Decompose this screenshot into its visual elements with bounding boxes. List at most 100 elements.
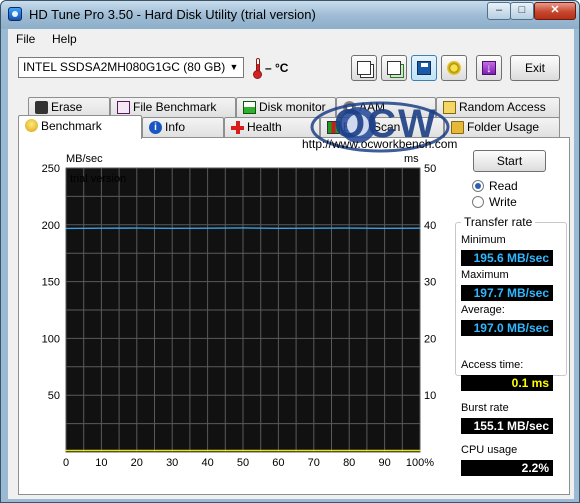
tab-label: File Benchmark — [133, 100, 217, 114]
copy-icon — [357, 61, 371, 75]
y2-tick-label: 30 — [424, 277, 436, 289]
y2-tick-label: 20 — [424, 333, 436, 345]
access-time-point — [171, 449, 173, 452]
tab-label: Health — [247, 120, 282, 134]
benchmark-chart: MB/sec ms2502001501005050403020100 10 20 30 4… — [42, 153, 437, 469]
x-tick-label: 50 — [237, 457, 249, 469]
x-tick-label: 10 — [95, 457, 107, 469]
y2-tick-label: 40 — [424, 220, 436, 232]
access-time-point — [242, 449, 244, 452]
x-tick-label: 90 — [378, 457, 390, 469]
radio-dot-read[interactable] — [472, 180, 484, 192]
trash-icon — [35, 101, 48, 114]
tab-label: Info — [165, 120, 186, 134]
tab-label: Random Access — [459, 100, 546, 114]
lightbulb-icon — [25, 119, 38, 132]
info-icon: i — [149, 121, 162, 134]
copy-all-button[interactable] — [381, 55, 407, 81]
transfer-rate-point — [171, 227, 173, 229]
maximize-button[interactable]: □ — [510, 2, 534, 20]
x-tick-label: 30 — [166, 457, 178, 469]
access-time-point — [419, 449, 421, 452]
bar-chart-icon — [243, 101, 256, 114]
save-screenshot-button[interactable] — [411, 55, 437, 81]
tab-benchmark[interactable]: Benchmark — [18, 115, 142, 139]
transfer-rate-point — [136, 227, 138, 229]
copy-all-icon — [387, 61, 401, 75]
transfer-rate-point — [384, 227, 386, 229]
y-tick-label: 50 — [48, 390, 60, 402]
chevron-down-icon[interactable]: ▼ — [227, 58, 241, 77]
write-label: Write — [489, 195, 517, 209]
minimize-to-tray-button[interactable]: ↓ — [476, 55, 502, 81]
tab-folder-usage[interactable]: Folder Usage — [444, 117, 560, 138]
temperature-readout: – °C — [265, 61, 289, 75]
access-time-point — [384, 449, 386, 452]
trial-version-annotation: trial version — [70, 173, 126, 185]
access-time-point — [313, 449, 315, 452]
transfer-rate-point — [348, 227, 350, 229]
benchmark-panel: MB/sec ms 250 200 150 100 50 50 40 30 20 10 0 10 20 30 4… — [18, 137, 570, 495]
access-time-point — [100, 449, 102, 452]
read-label: Read — [489, 179, 518, 193]
drive-select[interactable]: INTEL SSDSA2MH080G1GC (80 GB) ▼ — [18, 57, 244, 78]
access-time-point — [348, 449, 350, 452]
read-radio[interactable]: Read — [472, 179, 562, 195]
radio-dot-write[interactable] — [472, 196, 484, 208]
tab-label: Erase — [51, 100, 83, 114]
minimize-button[interactable]: – — [487, 2, 511, 20]
close-button[interactable]: ✕ — [534, 2, 576, 20]
average-value: 197.0 MB/sec — [461, 320, 553, 336]
access-time-point — [277, 449, 279, 452]
y-tick-label: 150 — [42, 277, 60, 289]
watermark-url: http://www.ocworkbench.com — [302, 137, 458, 151]
options-button[interactable] — [441, 55, 467, 81]
app-icon — [8, 7, 22, 21]
x-tick-label: 0 — [63, 457, 69, 469]
x-tick-label: 40 — [201, 457, 213, 469]
y2-tick-label: 10 — [424, 390, 436, 402]
y-axis-title: MB/sec — [66, 153, 103, 165]
menu-file[interactable]: File — [16, 32, 35, 46]
tab-health[interactable]: Health — [224, 117, 320, 138]
transfer-rate-point — [313, 227, 315, 229]
transfer-rate-title: Transfer rate — [461, 215, 536, 229]
access-time-value: 0.1 ms — [461, 375, 553, 391]
tab-info[interactable]: i Info — [142, 117, 224, 138]
access-time-point — [136, 449, 138, 452]
drive-select-value: INTEL SSDSA2MH080G1GC (80 GB) — [23, 60, 226, 74]
x-tick-label: 100% — [406, 457, 434, 469]
tab-label: Folder Usage — [467, 120, 540, 134]
start-button[interactable]: Start — [473, 150, 546, 172]
menu-help[interactable]: Help — [52, 32, 77, 46]
write-radio[interactable]: Write — [472, 195, 562, 211]
red-cross-icon — [231, 121, 244, 134]
title-bar[interactable]: HD Tune Pro 3.50 - Hard Disk Utility (tr… — [1, 1, 579, 28]
access-time-label: Access time: — [461, 359, 524, 371]
arrow-down-icon: ↓ — [482, 61, 496, 75]
burst-rate-value: 155.1 MB/sec — [461, 418, 553, 434]
transfer-rate-point — [419, 227, 421, 229]
exit-button[interactable]: Exit — [510, 55, 560, 81]
cpu-usage-label: CPU usage — [461, 444, 518, 456]
transfer-rate-point — [277, 227, 279, 229]
average-label: Average: — [461, 304, 505, 316]
maximum-label: Maximum — [461, 269, 509, 281]
x-tick-label: 80 — [343, 457, 355, 469]
x-tick-label: 70 — [308, 457, 320, 469]
transfer-rate-point — [242, 227, 244, 229]
x-tick-label: 60 — [272, 457, 284, 469]
app-window: HD Tune Pro 3.50 - Hard Disk Utility (tr… — [0, 0, 580, 503]
access-time-point — [207, 449, 209, 452]
y-tick-label: 200 — [42, 220, 60, 232]
y-tick-label: 100 — [42, 333, 60, 345]
transfer-rate-point — [65, 227, 67, 230]
menu-bar: File Help — [8, 29, 574, 49]
transfer-rate-point — [100, 227, 102, 229]
copy-info-button[interactable] — [351, 55, 377, 81]
gear-icon — [447, 61, 461, 75]
thermometer-icon — [253, 58, 262, 79]
burst-rate-label: Burst rate — [461, 402, 509, 414]
transfer-rate-point — [207, 227, 209, 229]
tab-label: Benchmark — [41, 119, 102, 133]
